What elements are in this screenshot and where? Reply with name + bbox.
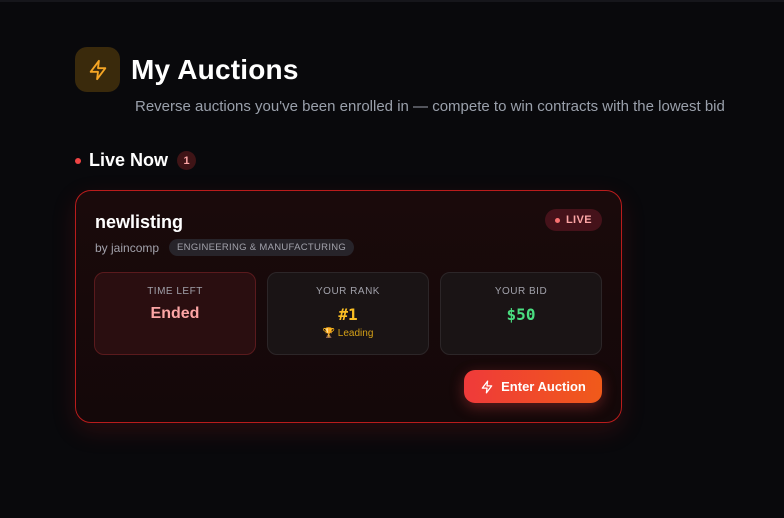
status-badge: LIVE [544,209,602,231]
status-text: LIVE [565,214,592,226]
auction-card[interactable]: newlisting by jaincomp ENGINEERING & MAN… [75,190,622,423]
auction-name: newlisting [95,212,184,232]
auction-owner: by jaincomp [95,240,160,255]
page-title: My Auctions [131,53,299,85]
time-left-label: TIME LEFT [147,286,203,297]
your-rank-label: YOUR RANK [316,286,380,297]
rank-status: 🏆 Leading [322,328,374,339]
your-bid-label: YOUR BID [494,286,548,297]
auction-meta: by jaincomp ENGINEERING & MANUFACTURING [95,239,355,256]
your-rank-box: YOUR RANK #1 🏆 Leading [267,272,429,355]
time-left-box: TIME LEFT Ended [94,272,256,355]
your-rank-value: #1 [338,305,358,324]
live-status-dot-icon [554,217,560,223]
your-bid-box: YOUR BID $50 [440,272,602,355]
live-now-title: Live Now [89,150,169,170]
time-left-value: Ended [150,305,200,322]
page-subtitle: Reverse auctions you've been enrolled in… [135,98,725,115]
live-now-heading: Live Now 1 [75,150,197,171]
category-badge: ENGINEERING & MANUFACTURING [169,239,355,256]
page-header: My Auctions [75,47,299,92]
enter-auction-label: Enter Auction [501,379,586,394]
bolt-icon [481,380,493,393]
enter-auction-button[interactable]: Enter Auction [464,370,602,403]
bolt-icon [75,47,120,92]
your-bid-value: $50 [506,305,536,324]
top-divider [0,0,784,2]
live-count-badge: 1 [177,151,197,170]
live-dot-icon [75,157,81,164]
